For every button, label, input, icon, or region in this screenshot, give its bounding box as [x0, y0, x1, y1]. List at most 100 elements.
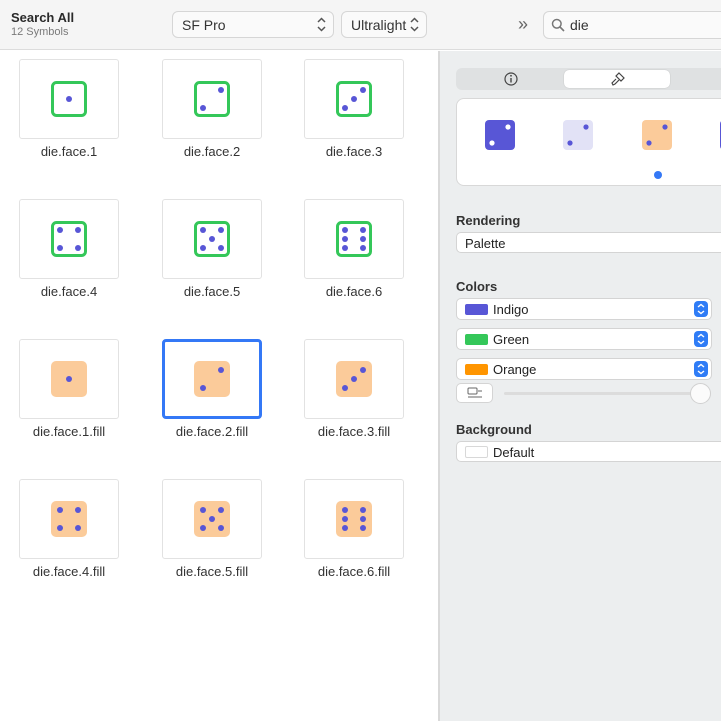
die-face-icon [194, 221, 230, 257]
variable-value-slider-track[interactable] [504, 392, 704, 395]
symbol-cell[interactable]: die.face.2 [143, 51, 285, 191]
symbol-cell[interactable]: die.face.1.fill [0, 331, 142, 471]
symbol-tile[interactable] [162, 199, 262, 279]
symbol-name: die.face.1 [40, 144, 98, 159]
die-face-icon [194, 361, 230, 397]
variable-value-slider-knob[interactable] [690, 383, 711, 404]
die-pip [200, 507, 206, 513]
symbol-cell[interactable]: die.face.4 [0, 191, 142, 331]
die-face-icon [336, 81, 372, 117]
die-pip [200, 525, 206, 531]
symbol-cell[interactable]: die.face.6 [285, 191, 427, 331]
symbol-name: die.face.2 [183, 144, 241, 159]
double-chevron-right-icon[interactable]: » [518, 14, 528, 34]
color-popup-secondary[interactable]: Green [456, 328, 712, 350]
search-input[interactable] [570, 16, 720, 34]
die-pip [360, 87, 366, 93]
die-pip [342, 236, 348, 242]
die-face-icon [51, 501, 87, 537]
symbol-cell[interactable]: die.face.4.fill [0, 471, 142, 611]
customize-tab[interactable] [564, 70, 670, 88]
die-face-icon [51, 81, 87, 117]
symbol-tile[interactable] [304, 199, 404, 279]
symbol-tile[interactable] [304, 59, 404, 139]
die-face-icon [51, 221, 87, 257]
symbol-cell[interactable]: die.face.1 [0, 51, 142, 191]
symbol-tile[interactable] [19, 199, 119, 279]
symbol-name: die.face.4.fill [32, 564, 106, 579]
title-block: Search All 12 Symbols [11, 10, 74, 39]
die-pip [75, 227, 81, 233]
background-value: Default [493, 445, 535, 460]
up-down-chevron-icon [410, 17, 419, 32]
symbol-name: die.face.3.fill [317, 424, 391, 439]
symbol-tile[interactable] [19, 59, 119, 139]
die-pip [66, 96, 72, 102]
color-popup-primary[interactable]: Indigo [456, 298, 712, 320]
weight-popup-label: Ultralight [351, 17, 407, 33]
symbol-name: die.face.5 [183, 284, 241, 299]
preview-monochrome-icon [485, 120, 515, 150]
die-face-icon [51, 361, 87, 397]
die-pip [66, 376, 72, 382]
toolbar: Search All 12 Symbols SF Pro Ultralight … [0, 0, 721, 50]
symbol-tile[interactable] [162, 59, 262, 139]
die-pip [351, 376, 357, 382]
die-pip [209, 516, 215, 522]
die-pip [75, 245, 81, 251]
die-pip [360, 367, 366, 373]
symbol-name: die.face.3 [325, 144, 383, 159]
die-face-icon [336, 501, 372, 537]
die-face-icon [336, 361, 372, 397]
die-pip [218, 525, 224, 531]
symbol-cell[interactable]: die.face.5 [143, 191, 285, 331]
variable-value-button[interactable] [456, 383, 493, 403]
page-indicator-dot[interactable] [654, 171, 662, 179]
up-down-chevron-icon [694, 361, 708, 377]
search-field[interactable] [543, 11, 721, 39]
paintbrush-icon [611, 72, 625, 86]
die-face-icon [194, 81, 230, 117]
symbol-cell[interactable]: die.face.5.fill [143, 471, 285, 611]
symbol-tile[interactable] [19, 479, 119, 559]
symbol-cell[interactable]: die.face.3.fill [285, 331, 427, 471]
symbol-grid: die.face.1 die.face.2 die.face.3 die.face.4… [0, 51, 438, 721]
search-icon [551, 18, 565, 32]
symbol-tile[interactable] [162, 339, 262, 419]
color-name: Green [493, 332, 530, 347]
symbol-cell[interactable]: die.face.2.fill [143, 331, 285, 471]
background-popup[interactable]: Default [456, 441, 721, 462]
rendering-preview-carousel[interactable] [456, 98, 721, 186]
symbol-name: die.face.5.fill [175, 564, 249, 579]
symbol-cell[interactable]: die.face.6.fill [285, 471, 427, 611]
background-label: Background [456, 422, 532, 437]
info-tab[interactable] [458, 70, 564, 88]
die-face-icon [336, 221, 372, 257]
color-popup-tertiary[interactable]: Orange [456, 358, 712, 380]
symbol-tile[interactable] [304, 339, 404, 419]
symbol-cell[interactable]: die.face.3 [285, 51, 427, 191]
die-pip [360, 236, 366, 242]
die-pip [200, 245, 206, 251]
symbol-tile[interactable] [304, 479, 404, 559]
die-pip [57, 507, 63, 513]
die-pip [360, 507, 366, 513]
die-pip [342, 525, 348, 531]
die-pip [75, 525, 81, 531]
die-pip [342, 227, 348, 233]
symbol-tile[interactable] [162, 479, 262, 559]
rendering-label: Rendering [456, 213, 521, 228]
rendering-popup[interactable]: Palette [456, 232, 721, 253]
die-pip [342, 105, 348, 111]
die-pip [360, 525, 366, 531]
die-pip [200, 105, 206, 111]
font-family-popup[interactable]: SF Pro [172, 11, 334, 38]
die-pip [218, 367, 224, 373]
die-face-icon [194, 501, 230, 537]
weight-popup[interactable]: Ultralight [341, 11, 427, 38]
font-family-popup-label: SF Pro [182, 17, 226, 33]
rendering-value: Palette [465, 236, 506, 251]
symbol-count: 12 Symbols [11, 26, 69, 38]
symbol-tile[interactable] [19, 339, 119, 419]
color-swatch [465, 364, 488, 375]
